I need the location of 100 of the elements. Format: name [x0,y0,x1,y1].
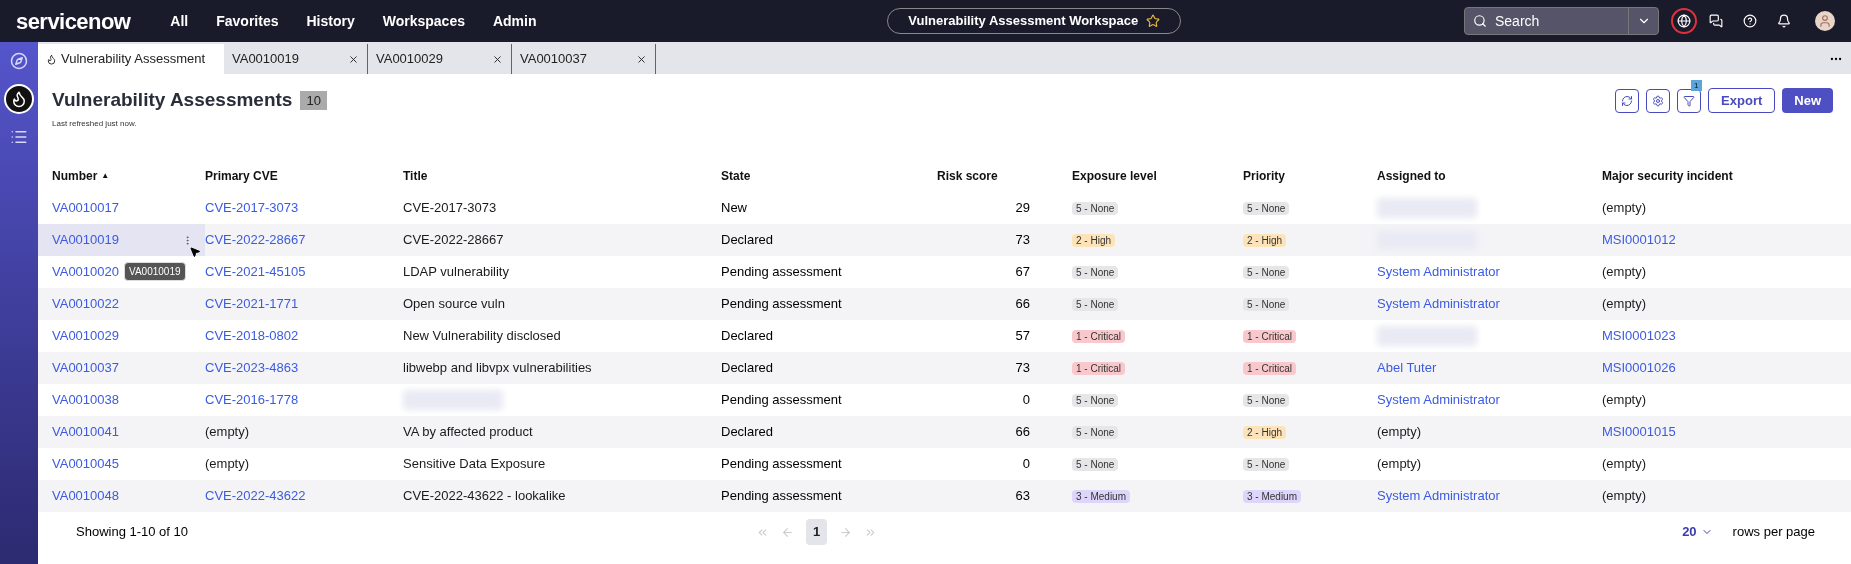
state-text: Declared [721,232,774,248]
filter-count: 1 [1691,79,1702,91]
sort-icon: ▲ [101,170,110,182]
title-text: Sensitive Data Exposure [403,456,546,472]
record-link[interactable]: VA0010038 [52,390,119,410]
filter-icon [1683,94,1696,107]
column-header[interactable]: Assigned to [1377,167,1446,185]
state-text: Declared [721,328,774,344]
assignee-link[interactable]: System Administrator [1377,488,1500,504]
status-badge: 3 - Medium [1243,490,1301,504]
status-badge: 5 - None [1243,298,1290,312]
cve-link[interactable]: CVE-2022-43622 [205,488,306,504]
close-icon[interactable] [636,53,647,65]
column-header[interactable]: State [721,167,751,185]
search-input[interactable]: Search [1495,10,1605,32]
refresh-icon [1621,94,1634,107]
cve-link[interactable]: CVE-2021-1771 [205,296,299,312]
cve-link[interactable]: CVE-2017-3073 [205,200,299,216]
state-text: Pending assessment [721,392,842,408]
status-badge: 5 - None [1072,394,1119,408]
status-badge: 5 - None [1072,266,1119,280]
assignee-link[interactable]: System Administrator [1377,392,1500,408]
settings-button[interactable] [1646,88,1671,113]
avatar[interactable] [1815,11,1835,31]
risk-score: 63 [1015,488,1030,504]
sidebar-icon[interactable] [4,84,34,114]
record-link[interactable]: VA0010048 [52,486,119,506]
assignee-link[interactable]: System Administrator [1377,296,1500,312]
search-field[interactable]: Search [1464,7,1659,35]
bell-icon[interactable] [1777,14,1791,28]
column-header[interactable]: Risk score [937,167,998,185]
nav-link[interactable]: All [170,10,189,32]
tab[interactable]: VA0010029 [368,44,512,74]
globe-icon[interactable] [1671,8,1697,34]
flame-icon [46,53,57,65]
record-link[interactable]: VA0010041 [52,422,119,442]
cve: (empty) [205,456,250,472]
assignee-link[interactable]: System Administrator [1377,264,1500,280]
column-header[interactable]: Exposure level [1072,167,1157,185]
page-button[interactable]: 1 [806,519,828,545]
column-header[interactable]: Major security incident [1602,167,1733,185]
record-link[interactable]: VA0010022 [52,294,119,314]
column-header[interactable]: Number [52,167,98,185]
column-header[interactable]: Priority [1243,167,1285,185]
record-link[interactable]: VA0010017 [52,198,119,218]
incident-link[interactable]: MSI0001023 [1602,328,1676,344]
state-text: Pending assessment [721,296,842,312]
status-badge: 5 - None [1243,202,1290,216]
risk-score: 66 [1015,296,1030,312]
cve-link[interactable]: CVE-2018-0802 [205,328,299,344]
page-size-select[interactable]: 20 [1682,522,1713,542]
nav-link[interactable]: Admin [492,10,537,32]
record-link[interactable]: VA0010020 [52,262,119,282]
title-text: Open source vuln [403,296,505,312]
count-badge: 10 [300,90,327,110]
nav-link[interactable]: History [306,10,355,32]
state-text: New [721,200,747,216]
tab[interactable]: VA0010037 [512,44,656,74]
incident: (empty) [1602,488,1647,504]
status-badge: 5 - None [1243,266,1290,280]
cve-link[interactable]: CVE-2016-1778 [205,392,299,408]
nav-link[interactable]: Workspaces [382,10,465,32]
cve-link[interactable]: CVE-2023-4863 [205,360,299,376]
record-link[interactable]: VA0010045 [52,454,119,474]
cve-link[interactable]: CVE-2022-28667 [205,232,306,248]
cve-link[interactable]: CVE-2021-45105 [205,264,306,280]
tab[interactable]: VA0010019 [224,44,368,74]
tab[interactable]: Vulnerability Assessment [38,44,224,74]
column-header[interactable]: Title [403,167,428,185]
state-text: Declared [721,360,774,376]
help-icon[interactable] [1743,14,1757,28]
export-button[interactable]: Export [1708,88,1776,113]
status-badge: 2 - High [1243,234,1286,248]
status-badge: 2 - High [1072,234,1115,248]
record-count: Showing 1-10 of 10 [76,523,190,542]
incident-link[interactable]: MSI0001015 [1602,424,1676,440]
status-badge: 2 - High [1243,426,1286,440]
new-button[interactable]: New [1782,88,1833,113]
refresh-button[interactable] [1615,88,1640,113]
incident-link[interactable]: MSI0001026 [1602,360,1676,376]
nav-link[interactable]: Favorites [216,10,279,32]
incident: (empty) [1602,392,1647,408]
risk-score: 0 [1022,456,1030,472]
column-header[interactable]: Primary CVE [205,167,278,185]
state-text: Declared [721,424,774,440]
chat-icon[interactable] [1709,14,1723,28]
state-text: Pending assessment [721,456,842,472]
close-icon[interactable] [492,53,503,65]
record-link[interactable]: VA0010029 [52,326,119,346]
logo[interactable]: servicenow [16,4,131,38]
cve: (empty) [205,424,250,440]
search-icon [1473,14,1487,28]
page-title: Vulnerability Assessments [52,88,293,112]
assignee: (empty) [1377,456,1422,472]
incident-link[interactable]: MSI0001012 [1602,232,1676,248]
record-link[interactable]: VA0010037 [52,358,119,378]
gear-icon [1652,94,1665,107]
risk-score: 73 [1015,232,1030,248]
close-icon[interactable] [348,53,359,65]
assignee-link[interactable]: Abel Tuter [1377,360,1437,376]
